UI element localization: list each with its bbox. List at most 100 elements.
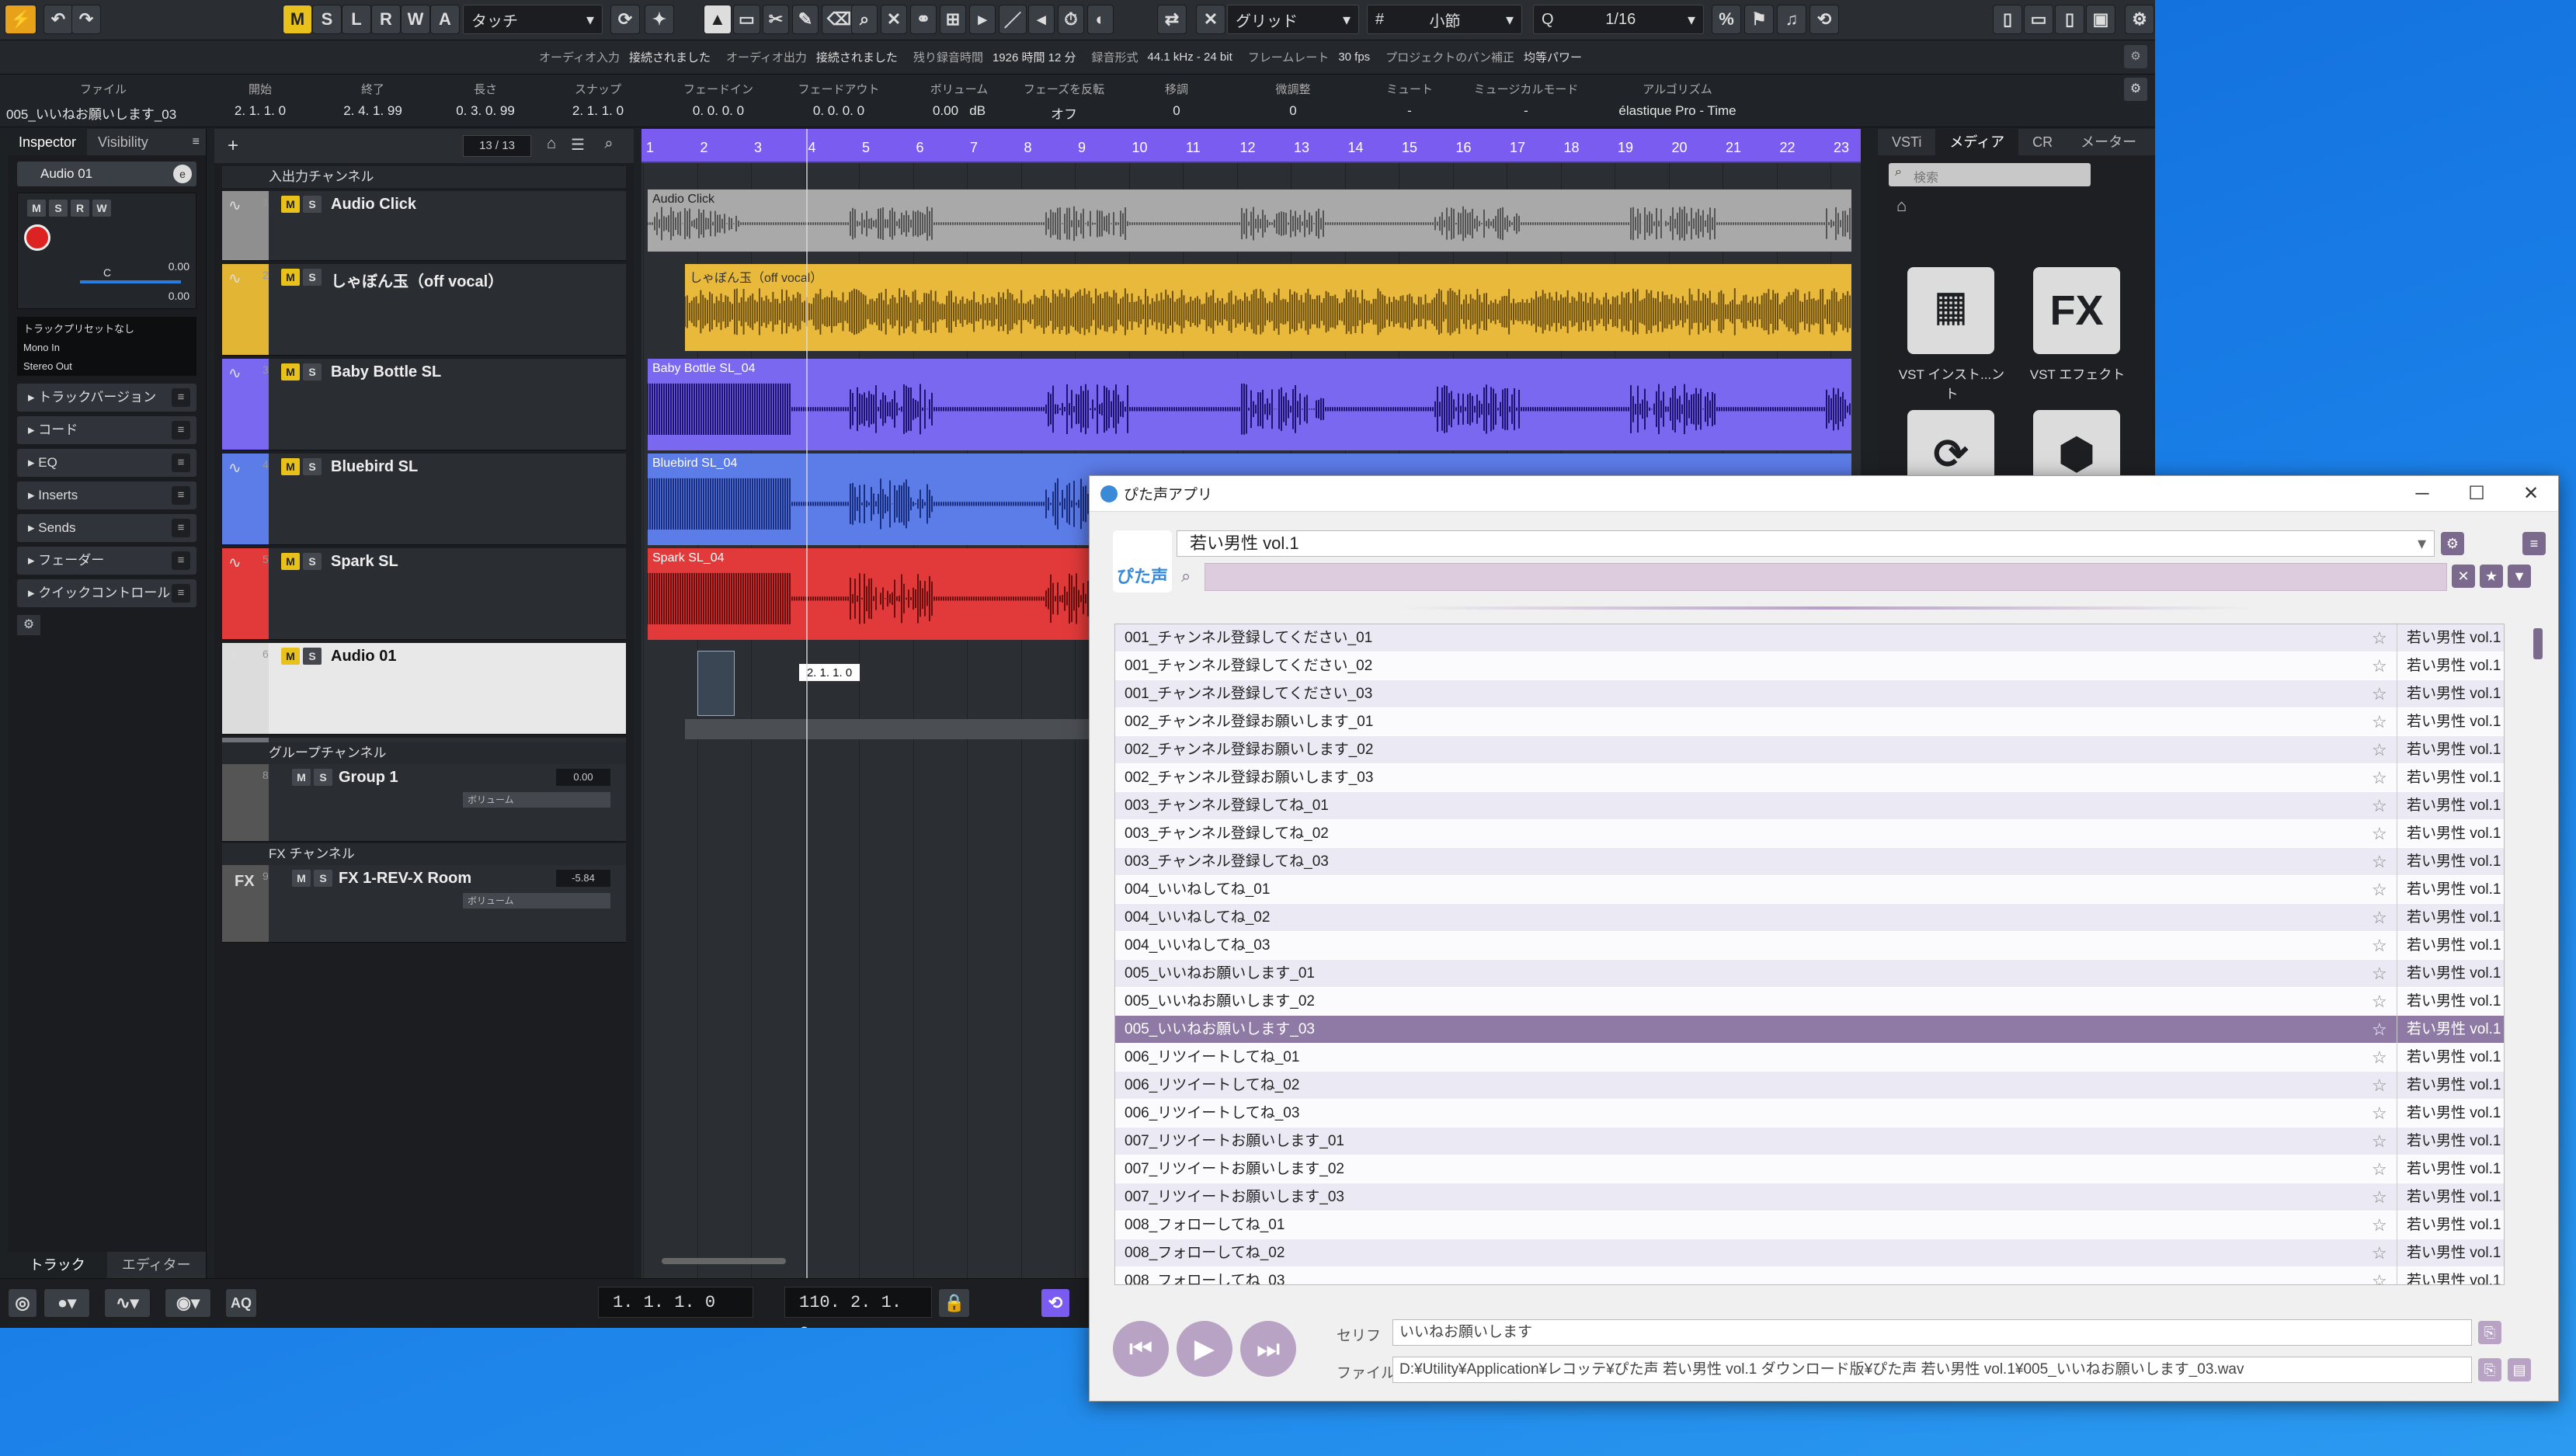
snap-type-select[interactable]: グリッド ▾ — [1227, 5, 1359, 34]
star-icon[interactable]: ☆ — [2372, 904, 2387, 932]
title-bar[interactable]: ぴた声アプリ ─ ☐ ✕ — [1090, 476, 2558, 512]
line-tool-icon[interactable]: ／ — [999, 5, 1027, 34]
star-icon[interactable]: ☆ — [2372, 1183, 2387, 1211]
info-musical[interactable]: ミュージカルモード - — [1468, 81, 1584, 119]
track-fx-1[interactable]: FX 9 M S FX 1-REV-X Room -5.84 ボリューム — [222, 865, 626, 943]
draw-tool-icon[interactable]: ✎ — [792, 5, 819, 34]
track-3[interactable]: ∿ 3 M S Baby Bottle SL — [222, 359, 626, 450]
list-item[interactable]: 008_フォローしてね_03 ☆ 若い男性 vol.1 — [1115, 1267, 2504, 1284]
list-scrollbar[interactable] — [2533, 628, 2543, 659]
punch-icon[interactable]: ●▾ — [43, 1288, 90, 1318]
home-icon[interactable]: ⌂ — [541, 135, 562, 157]
list-item[interactable]: 006_リツイートしてね_01 ☆ 若い男性 vol.1 — [1115, 1044, 2504, 1072]
star-icon[interactable]: ☆ — [2372, 988, 2387, 1016]
output-routing[interactable]: Stereo Out — [23, 357, 190, 376]
list-item[interactable]: 005_いいねお願いします_02 ☆ 若い男性 vol.1 — [1115, 988, 2504, 1016]
media-search-input[interactable]: ⌕ 検索 — [1889, 163, 2091, 186]
clip-audio-click[interactable]: Audio Click — [648, 189, 1851, 252]
solo-button[interactable]: S — [314, 870, 332, 887]
piano-icon[interactable]: 𝄜 — [1907, 267, 1994, 354]
track-preset[interactable]: トラックプリセットなし — [23, 320, 190, 339]
horizontal-scrollbar[interactable] — [662, 1258, 786, 1264]
comp-tool-icon[interactable]: ⊞ — [940, 5, 966, 34]
play-button[interactable]: ▶ — [1177, 1321, 1232, 1377]
previous-button[interactable]: ⏮ — [1113, 1321, 1169, 1377]
info-mute[interactable]: ミュート - — [1359, 81, 1460, 119]
copy-icon[interactable]: ⎘ — [2478, 1321, 2501, 1344]
folder-io[interactable]: 入出力チャンネル — [222, 166, 626, 188]
solo-button[interactable]: S — [303, 648, 322, 665]
constrain-icon[interactable]: ⟳ — [610, 5, 640, 34]
tab-0[interactable]: VSTi — [1878, 129, 1935, 155]
track-6[interactable]: ∿ 6 M S Audio 01 — [222, 643, 626, 735]
mute-tool-icon[interactable]: ✕ — [881, 5, 907, 34]
solo-button[interactable]: S — [303, 458, 322, 475]
list-item[interactable]: 004_いいねしてね_03 ☆ 若い男性 vol.1 — [1115, 932, 2504, 960]
list-item[interactable]: 004_いいねしてね_02 ☆ 若い男性 vol.1 — [1115, 904, 2504, 932]
tab-inspector[interactable]: Inspector — [8, 129, 88, 155]
layout-left-icon[interactable]: ▯ — [1993, 5, 2022, 34]
auto-quantize-button[interactable]: AQ — [225, 1288, 257, 1318]
maximize-button[interactable]: ☐ — [2449, 476, 2504, 512]
inspector-section[interactable]: ▸ EQ ≡ — [17, 449, 196, 477]
split-tool-icon[interactable]: ✂ — [763, 5, 789, 34]
list-icon[interactable]: ☰ — [567, 135, 589, 157]
mute-button[interactable]: M — [281, 458, 300, 475]
track-volume-value[interactable]: -5.84 — [556, 870, 610, 887]
solo-button[interactable]: S — [303, 196, 322, 213]
transport-icon[interactable]: ▣ — [2086, 5, 2115, 34]
mute-button[interactable]: M — [27, 200, 46, 217]
inspector-section[interactable]: ▸ フェーダー ≡ — [17, 547, 196, 575]
solo-button[interactable]: S — [303, 363, 322, 381]
color-tool-icon[interactable]: ◐ — [1087, 5, 1114, 34]
next-button[interactable]: ⏭ — [1240, 1321, 1296, 1377]
star-icon[interactable]: ★ — [2480, 565, 2503, 588]
redo-icon[interactable]: ↷ — [71, 5, 101, 34]
fader-slider[interactable] — [80, 280, 181, 283]
star-icon[interactable]: ☆ — [2372, 848, 2387, 876]
star-icon[interactable]: ☆ — [2372, 820, 2387, 848]
track-2[interactable]: ∿ 2 M S しゃぼん玉（off vocal） — [222, 264, 626, 356]
serif-field[interactable]: いいねお願いします — [1392, 1319, 2472, 1346]
star-icon[interactable]: ☆ — [2372, 1155, 2387, 1183]
inspector-section[interactable]: ▸ クイックコントロール ≡ — [17, 579, 196, 607]
mute-button[interactable]: M — [281, 363, 300, 381]
star-icon[interactable]: ☆ — [2372, 1128, 2387, 1155]
minimize-button[interactable]: ─ — [2395, 476, 2449, 512]
star-icon[interactable]: ☆ — [2372, 652, 2387, 680]
list-item[interactable]: 002_チャンネル登録お願いします_03 ☆ 若い男性 vol.1 — [1115, 764, 2504, 792]
reset-quantize-icon[interactable]: ⟲ — [1809, 5, 1839, 34]
mode-button-m[interactable]: M — [283, 5, 312, 34]
quantize-select[interactable]: Q 1/16 ▾ — [1533, 5, 1704, 34]
list-item[interactable]: 005_いいねお願いします_03 ☆ 若い男性 vol.1 — [1115, 1016, 2504, 1044]
mode-button-l[interactable]: L — [342, 5, 371, 34]
list-item[interactable]: 001_チャンネル登録してください_01 ☆ 若い男性 vol.1 — [1115, 624, 2504, 652]
solo-button[interactable]: S — [303, 553, 322, 570]
list-item[interactable]: 004_いいねしてね_01 ☆ 若い男性 vol.1 — [1115, 876, 2504, 904]
mute-button[interactable]: M — [281, 648, 300, 665]
star-icon[interactable]: ☆ — [2372, 736, 2387, 764]
inspector-section[interactable]: ▸ Sends ≡ — [17, 514, 196, 542]
folder-group[interactable]: グループチャンネル — [222, 742, 626, 764]
range-tool-icon[interactable]: ▭ — [733, 5, 760, 34]
list-item[interactable]: 006_リツイートしてね_02 ☆ 若い男性 vol.1 — [1115, 1072, 2504, 1100]
menu-icon[interactable]: ≡ — [2522, 532, 2546, 555]
layout-right-icon[interactable]: ▯ — [2055, 5, 2084, 34]
copy-icon[interactable]: ⎘ — [2478, 1358, 2501, 1381]
solo-button[interactable]: S — [49, 200, 68, 217]
record-mode-icon[interactable]: ◎ — [8, 1288, 37, 1318]
track-5[interactable]: ∿ 5 M S Spark SL — [222, 548, 626, 640]
lock-icon[interactable]: 🔒 — [938, 1288, 971, 1318]
star-icon[interactable]: ☆ — [2372, 932, 2387, 960]
time-warp-tool-icon[interactable]: ⏱ — [1058, 5, 1084, 34]
star-icon[interactable]: ☆ — [2372, 1072, 2387, 1100]
info-end[interactable]: 終了 2. 4. 1. 99 — [318, 81, 427, 119]
solo-button[interactable]: S — [303, 269, 322, 286]
track-counter[interactable]: 13 / 13 — [463, 135, 531, 157]
chord-icon[interactable]: ♫ — [1777, 5, 1806, 34]
star-icon[interactable]: ☆ — [2372, 960, 2387, 988]
fx-icon[interactable]: FX — [2033, 267, 2120, 354]
info-length[interactable]: 長さ 0. 3. 0. 99 — [435, 81, 536, 119]
cycle-icon[interactable]: ⟲ — [1041, 1288, 1070, 1318]
mute-button[interactable]: M — [292, 870, 311, 887]
